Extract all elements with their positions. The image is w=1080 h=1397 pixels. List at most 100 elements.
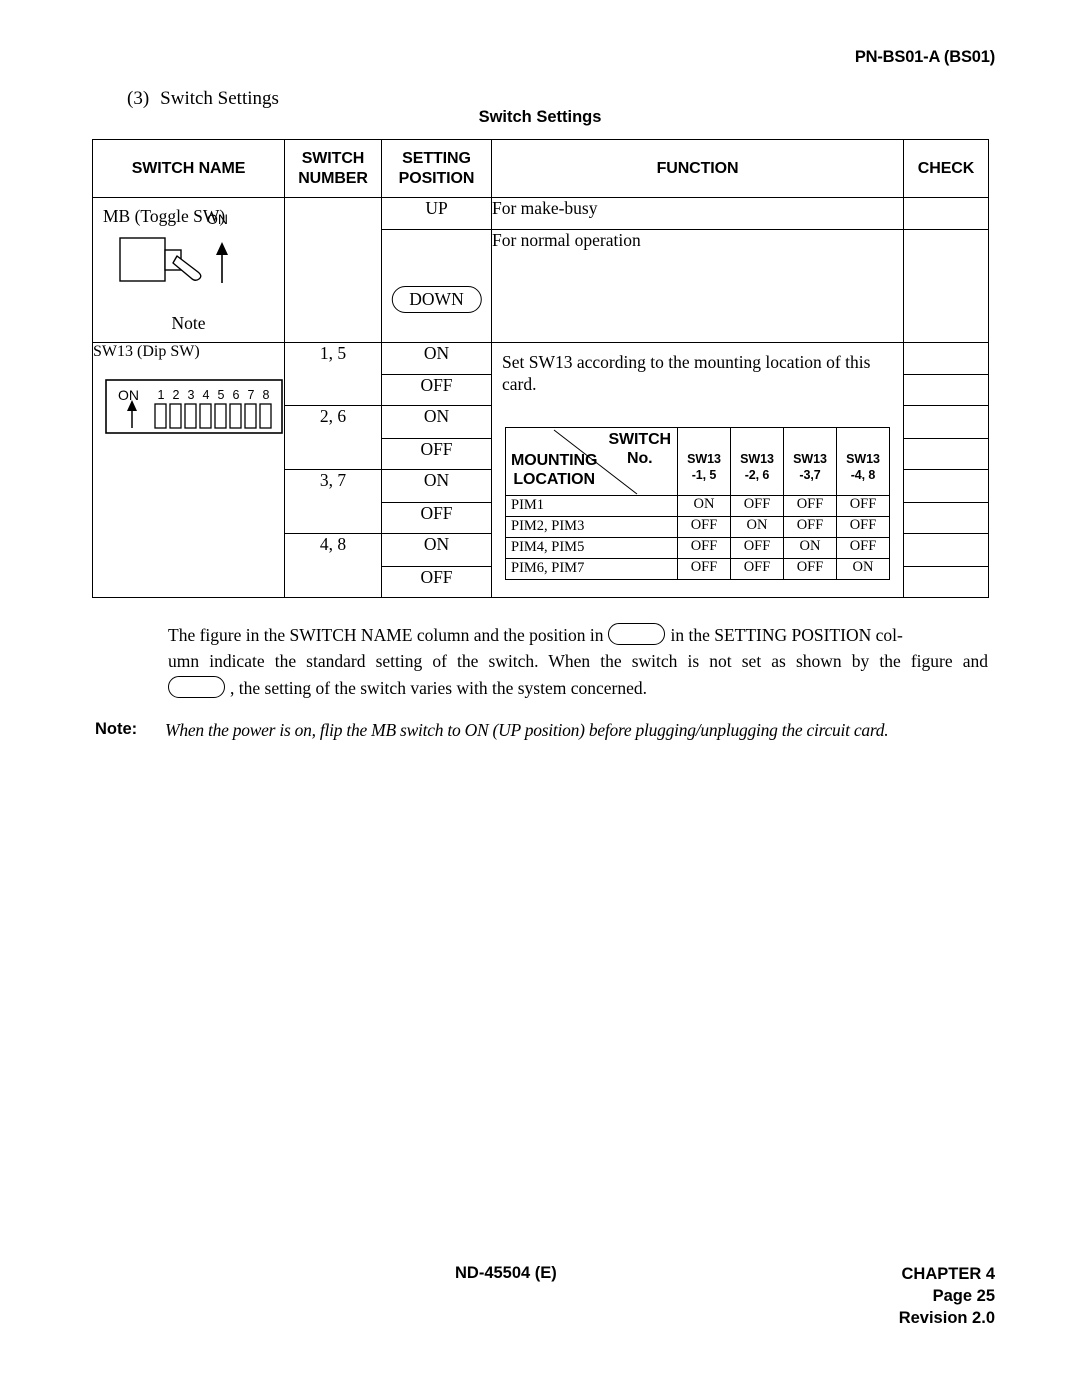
setting-position-line2: POSITION xyxy=(398,169,475,187)
inner-row3-value3: ON xyxy=(783,537,837,559)
table-row-mb-up: MB (Toggle SW) ON Note UP For make-busy xyxy=(92,197,989,343)
inner-row4-value4: ON xyxy=(836,558,890,580)
note-text: When the power is on, flip the MB switch… xyxy=(165,720,889,740)
cell-position-2-6-off: OFF xyxy=(381,438,492,470)
cell-check-sw13-4-8-on[interactable] xyxy=(903,533,989,567)
inner-row3-value1: OFF xyxy=(677,537,731,559)
cell-function-make-busy: For make-busy xyxy=(491,197,904,230)
cell-check-sw13-2-6-on[interactable] xyxy=(903,405,989,439)
inner-col2-line1: SW13 xyxy=(740,451,774,466)
explanation-line1-b: in the SETTING POSITION col- xyxy=(670,625,903,645)
footer-page: Page 25 xyxy=(932,1286,995,1305)
cell-position-1-5-on: ON xyxy=(381,342,492,375)
inner-row3-value4: OFF xyxy=(836,537,890,559)
section-heading: (3) Switch Settings xyxy=(127,88,279,110)
explanation-paragraph: The figure in the SWITCH NAME column and… xyxy=(168,622,988,701)
cell-position-2-6-on: ON xyxy=(381,405,492,439)
note-label: Note: xyxy=(95,720,138,738)
inner-row3-value2: OFF xyxy=(730,537,784,559)
setting-position-down-highlight: DOWN xyxy=(391,286,482,314)
footer-right-block: CHAPTER 4 Page 25 Revision 2.0 xyxy=(899,1264,995,1330)
inner-row2-value2: ON xyxy=(730,516,784,538)
column-header-setting-position: SETTING POSITION xyxy=(381,139,492,198)
cell-function-normal-operation: For normal operation xyxy=(491,229,904,343)
explanation-line-3: , the setting of the switch varies with … xyxy=(168,675,988,701)
inner-row4-value3: OFF xyxy=(783,558,837,580)
inner-row3-location: PIM4, PIM5 xyxy=(505,537,678,559)
cell-switch-number-1-5: 1, 5 xyxy=(284,342,382,406)
column-header-function: FUNCTION xyxy=(491,139,904,198)
switch-number-line1: SWITCH xyxy=(301,149,365,167)
cell-check-sw13-1-5-off[interactable] xyxy=(903,374,989,406)
switch-number-line2: NUMBER xyxy=(298,169,368,187)
inner-row1-location: PIM1 xyxy=(505,495,678,517)
cell-position-3-7-off: OFF xyxy=(381,502,492,534)
inner-table-corner-cell: SWITCH No. MOUNTING LOCATION xyxy=(505,427,678,496)
cell-check-sw13-4-8-off[interactable] xyxy=(903,566,989,598)
cell-check-sw13-1-5-on[interactable] xyxy=(903,342,989,375)
svg-text:7: 7 xyxy=(248,388,255,402)
footer-revision: Revision 2.0 xyxy=(898,1308,995,1327)
inner-row4-value1: OFF xyxy=(677,558,731,580)
inner-column-header-2: SW13 -2, 6 xyxy=(730,427,784,496)
inner-row1-value1: ON xyxy=(677,495,731,517)
inner-corner-switch-no-line1: SWITCH xyxy=(608,431,671,448)
column-header-switch-name: SWITCH NAME xyxy=(92,139,285,198)
cell-setting-position-up: UP xyxy=(381,197,492,230)
cell-check-sw13-2-6-off[interactable] xyxy=(903,438,989,470)
inner-corner-mounting-line1: MOUNTING xyxy=(511,452,598,470)
dip-switch-icon: ON 1234 5678 xyxy=(105,379,285,435)
toggle-switch-icon: ON xyxy=(119,211,249,293)
inner-row1-value3: OFF xyxy=(783,495,837,517)
cell-check-sw13-3-7-off[interactable] xyxy=(903,502,989,534)
cell-switch-number-4-8: 4, 8 xyxy=(284,533,382,598)
inner-col3-line1: SW13 xyxy=(793,451,827,466)
inner-row1-value2: OFF xyxy=(730,495,784,517)
toggle-switch-svg xyxy=(119,237,228,283)
inner-row4-value2: OFF xyxy=(730,558,784,580)
inner-col3-line2: -3,7 xyxy=(799,467,821,482)
cell-check-sw13-3-7-on[interactable] xyxy=(903,469,989,503)
document-page: PN-BS01-A (BS01) (3) Switch Settings Swit… xyxy=(0,0,1080,1397)
inner-row4-location: PIM6, PIM7 xyxy=(505,558,678,580)
cell-check-mb-down[interactable] xyxy=(903,229,989,343)
table-caption: Switch Settings xyxy=(478,108,602,126)
cell-position-1-5-off: OFF xyxy=(381,374,492,406)
highlight-pill-icon xyxy=(608,623,666,645)
footer-chapter: CHAPTER 4 xyxy=(901,1265,995,1283)
svg-text:1: 1 xyxy=(158,388,165,402)
inner-row2-value3: OFF xyxy=(783,516,837,538)
cell-position-4-8-on: ON xyxy=(381,533,492,567)
highlight-pill-icon-2 xyxy=(168,675,225,698)
svg-text:2: 2 xyxy=(173,388,180,402)
inner-row2-value1: OFF xyxy=(677,516,731,538)
inner-row1-value4: OFF xyxy=(836,495,890,517)
cell-switch-number-2-6: 2, 6 xyxy=(284,405,382,470)
section-number: (3) xyxy=(127,88,150,109)
setting-position-line1: SETTING xyxy=(402,149,471,167)
cell-switch-number-3-7: 3, 7 xyxy=(284,469,382,534)
inner-table-row: PIM6, PIM7 OFF OFF OFF ON xyxy=(505,558,890,580)
section-title: Switch Settings xyxy=(160,88,279,109)
inner-col1-line2: -1, 5 xyxy=(691,467,717,482)
inner-corner-mounting-line2: LOCATION xyxy=(513,471,595,489)
inner-corner-switch-no: SWITCH No. xyxy=(608,431,671,469)
switch-settings-table: SWITCH NAME SWITCH NUMBER SETTING POSITI… xyxy=(92,139,989,598)
inner-column-header-4: SW13 -4, 8 xyxy=(836,427,890,496)
explanation-line-1: The figure in the SWITCH NAME column and… xyxy=(168,622,988,648)
explanation-line-2: umn indicate the standard setting of the… xyxy=(168,651,988,672)
cell-setting-position-down: DOWN xyxy=(381,229,492,343)
svg-text:5: 5 xyxy=(218,388,225,402)
inner-row2-value4: OFF xyxy=(836,516,890,538)
table-row-sw13-1-5-on: SW13 (Dip SW) ON 1234 5678 1, 5 ON Set S… xyxy=(92,342,989,598)
mounting-location-table: SWITCH No. MOUNTING LOCATION SW13 -1, 5 … xyxy=(505,427,890,580)
inner-col1-line1: SW13 xyxy=(687,451,721,466)
inner-table-header-row: SWITCH No. MOUNTING LOCATION SW13 -1, 5 … xyxy=(505,427,890,496)
column-header-switch-number: SWITCH NUMBER xyxy=(284,139,382,198)
cell-switch-name-mb: MB (Toggle SW) ON Note xyxy=(92,197,285,343)
inner-corner-mounting-location: MOUNTING LOCATION xyxy=(511,452,597,490)
footer-document-id: ND-45504 (E) xyxy=(455,1264,557,1282)
table-header-row: SWITCH NAME SWITCH NUMBER SETTING POSITI… xyxy=(92,139,989,198)
svg-text:8: 8 xyxy=(263,388,270,402)
cell-check-mb-up[interactable] xyxy=(903,197,989,230)
